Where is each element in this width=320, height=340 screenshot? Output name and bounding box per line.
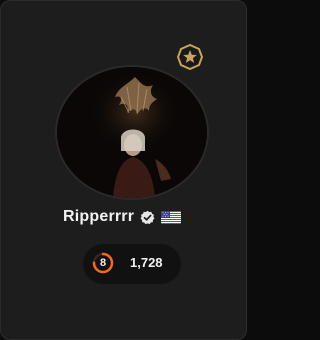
avatar-image xyxy=(57,67,207,198)
username-row: Ripperrrr xyxy=(63,207,182,227)
rank-badge[interactable] xyxy=(176,43,204,71)
us-flag-icon xyxy=(161,210,182,224)
avatar[interactable] xyxy=(55,65,209,200)
star-badge-icon xyxy=(176,43,204,71)
points-value: 1,728 xyxy=(130,255,163,270)
profile-card[interactable]: Ripperrrr 8 1,728 xyxy=(0,0,247,340)
avatar-container xyxy=(55,65,209,200)
level-points-pill[interactable]: 8 1,728 xyxy=(83,244,181,284)
username[interactable]: Ripperrrr xyxy=(63,208,134,226)
level-number: 8 xyxy=(99,257,107,269)
verified-check-icon xyxy=(140,210,155,225)
